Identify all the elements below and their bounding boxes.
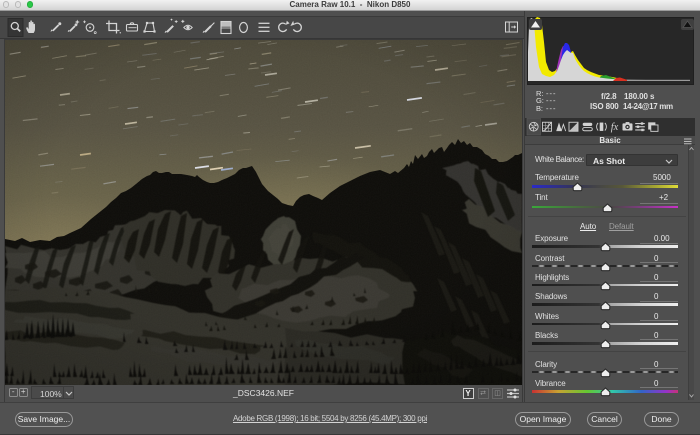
svg-text:fx: fx xyxy=(611,122,619,133)
